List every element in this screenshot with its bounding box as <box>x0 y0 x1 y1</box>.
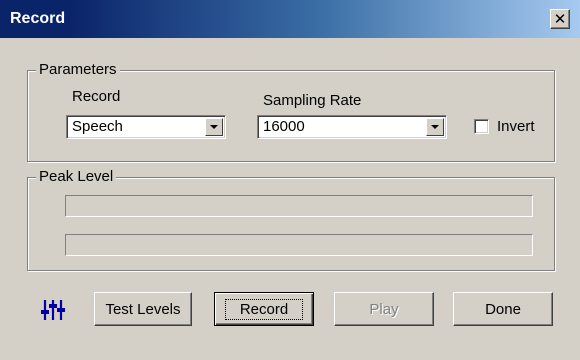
peak-level-legend: Peak Level <box>36 168 117 186</box>
mixer-sliders-icon <box>41 300 65 320</box>
chevron-down-icon <box>210 125 218 129</box>
record-type-select[interactable]: Speech <box>66 115 226 139</box>
window-title: Record <box>10 10 66 27</box>
record-type-value: Speech <box>72 118 123 135</box>
peak-level-meter-2 <box>65 234 533 256</box>
sampling-rate-value: 16000 <box>263 118 305 135</box>
close-icon: ✕ <box>553 10 567 28</box>
peak-level-meter-1 <box>65 195 533 217</box>
sampling-rate-select[interactable]: 16000 <box>257 115 447 139</box>
done-button[interactable]: Done <box>453 292 553 326</box>
record-button[interactable]: Record <box>214 292 314 326</box>
title-bar[interactable]: Record ✕ <box>0 0 580 38</box>
parameters-legend: Parameters <box>36 61 120 79</box>
record-dialog: Record ✕ Parameters Record Speech Sampli… <box>0 0 580 360</box>
chevron-down-icon <box>431 125 439 129</box>
play-button[interactable]: Play <box>334 292 434 326</box>
record-button-label: Record <box>224 298 304 320</box>
sampling-rate-label: Sampling Rate <box>263 92 362 109</box>
play-button-label: Play <box>369 300 399 318</box>
record-type-label: Record <box>72 88 121 105</box>
test-levels-button[interactable]: Test Levels <box>94 292 192 326</box>
peak-level-group: Peak Level <box>27 168 555 271</box>
invert-checkbox[interactable] <box>474 119 489 134</box>
mixer-button[interactable] <box>39 295 67 325</box>
test-levels-label: Test Levels <box>105 300 181 318</box>
done-button-label: Done <box>485 300 521 318</box>
close-button[interactable]: ✕ <box>550 9 570 29</box>
sampling-rate-dropdown-button[interactable] <box>426 118 444 136</box>
record-type-dropdown-button[interactable] <box>205 118 223 136</box>
invert-label[interactable]: Invert <box>497 118 535 135</box>
